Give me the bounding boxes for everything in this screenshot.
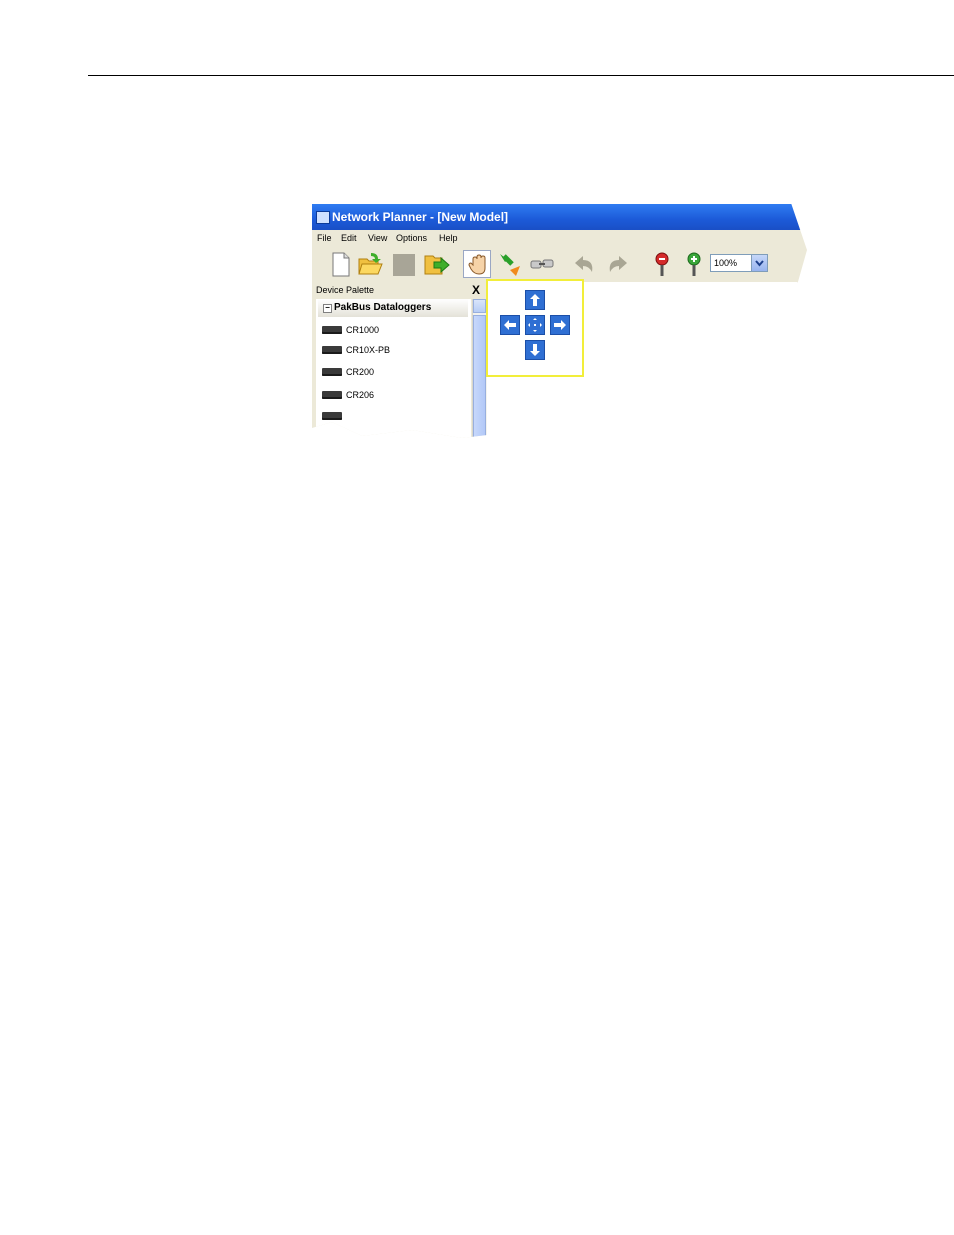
palette-list: − PakBus Dataloggers CR1000 CR10X-PB CR2… bbox=[316, 299, 471, 440]
app-icon bbox=[316, 211, 330, 224]
arrow-left-icon bbox=[504, 320, 516, 330]
zoom-in-icon bbox=[687, 252, 701, 276]
menu-options[interactable]: Options bbox=[396, 230, 427, 246]
device-item-partial[interactable] bbox=[320, 407, 460, 425]
group-header-pakbus[interactable]: − PakBus Dataloggers bbox=[318, 299, 468, 317]
datalogger-icon bbox=[322, 346, 342, 354]
device-label: CR206 bbox=[346, 390, 375, 400]
zoom-out-button[interactable] bbox=[648, 250, 676, 278]
pan-hand-icon bbox=[468, 254, 486, 275]
zoom-value: 100% bbox=[714, 258, 738, 268]
device-label: CR10X-PB bbox=[346, 345, 391, 355]
link-icon bbox=[530, 259, 554, 269]
device-item-cr1000[interactable]: CR1000 bbox=[320, 321, 460, 339]
zoom-out-icon bbox=[655, 252, 669, 276]
redo-icon bbox=[609, 256, 627, 272]
pan-center-icon bbox=[528, 318, 542, 332]
open-button[interactable] bbox=[356, 250, 384, 278]
menu-help[interactable]: Help bbox=[439, 230, 458, 246]
window-title: Network Planner - [New Model] bbox=[332, 210, 509, 224]
screenshot-figure: Network Planner - [New Model] File Edit … bbox=[312, 200, 812, 440]
pan-down-button[interactable] bbox=[525, 340, 545, 360]
pan-center-button[interactable] bbox=[525, 315, 545, 335]
zoom-select[interactable]: 100% bbox=[710, 254, 768, 272]
collapse-toggle[interactable]: − bbox=[323, 304, 332, 313]
arrow-right-icon bbox=[554, 320, 566, 330]
page-header-rule bbox=[88, 75, 954, 76]
zoom-in-button[interactable] bbox=[680, 250, 708, 278]
title-bar: Network Planner - [New Model] bbox=[312, 204, 808, 230]
datalogger-icon bbox=[322, 391, 342, 399]
save-icon bbox=[393, 254, 415, 276]
link-button[interactable] bbox=[528, 250, 556, 278]
device-item-cr200[interactable]: CR200 bbox=[320, 363, 460, 381]
undo-button[interactable] bbox=[570, 250, 598, 278]
datalogger-icon bbox=[322, 326, 342, 334]
palette-scrollbar[interactable] bbox=[472, 299, 487, 440]
palette-title: Device Palette bbox=[316, 285, 375, 295]
arrow-up-icon bbox=[530, 294, 540, 306]
datalogger-icon bbox=[322, 412, 342, 420]
datalogger-icon bbox=[322, 368, 342, 376]
scroll-thumb[interactable] bbox=[473, 315, 486, 440]
network-planner-window: Network Planner - [New Model] File Edit … bbox=[312, 200, 808, 440]
connect-icon bbox=[500, 254, 520, 276]
save-button[interactable] bbox=[390, 250, 418, 278]
redo-button[interactable] bbox=[604, 250, 632, 278]
arrow-down-icon bbox=[530, 344, 540, 356]
pan-left-button[interactable] bbox=[500, 315, 520, 335]
undo-icon bbox=[575, 256, 593, 272]
open-icon bbox=[358, 253, 383, 275]
pan-control bbox=[486, 279, 584, 377]
new-button[interactable] bbox=[326, 250, 354, 278]
device-palette: Device Palette X − PakBus Dataloggers CR… bbox=[312, 282, 487, 440]
menu-bar: File Edit View Options Help bbox=[312, 230, 808, 246]
chevron-down-icon bbox=[755, 260, 764, 267]
palette-header: Device Palette X bbox=[312, 282, 486, 298]
pan-tool-button[interactable] bbox=[463, 250, 491, 278]
scroll-up-button[interactable] bbox=[473, 299, 486, 313]
pan-up-button[interactable] bbox=[525, 290, 545, 310]
menu-edit[interactable]: Edit bbox=[341, 230, 357, 246]
device-label: CR200 bbox=[346, 367, 375, 377]
device-item-cr206[interactable]: CR206 bbox=[320, 386, 460, 404]
palette-close-button[interactable]: X bbox=[472, 282, 480, 298]
export-icon bbox=[424, 255, 450, 275]
menu-view[interactable]: View bbox=[368, 230, 387, 246]
connect-button[interactable] bbox=[496, 250, 524, 278]
export-button[interactable] bbox=[422, 250, 450, 278]
device-label: CR1000 bbox=[346, 325, 380, 335]
group-label: PakBus Dataloggers bbox=[334, 302, 432, 313]
new-icon bbox=[332, 252, 350, 277]
menu-file[interactable]: File bbox=[317, 230, 332, 246]
zoom-dropdown-button[interactable] bbox=[751, 255, 767, 271]
pan-right-button[interactable] bbox=[550, 315, 570, 335]
device-item-cr10x-pb[interactable]: CR10X-PB bbox=[320, 341, 460, 359]
